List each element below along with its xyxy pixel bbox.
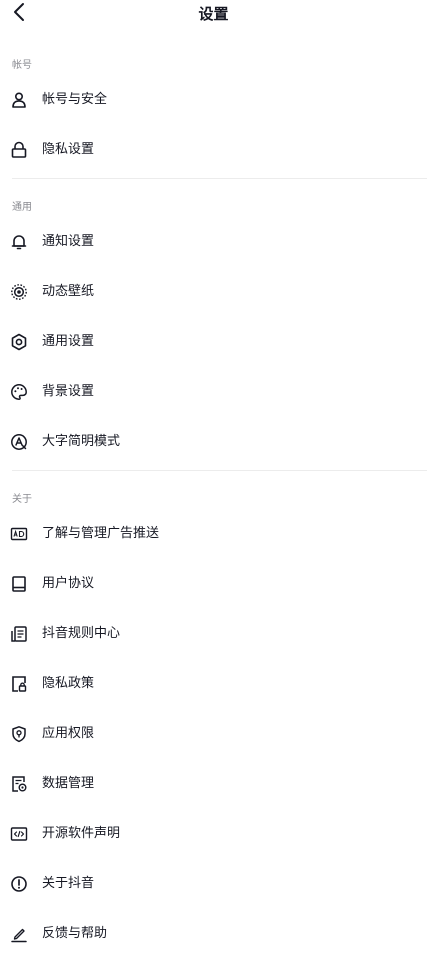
menu-item-dynamic-wallpaper[interactable]: 动态壁纸 [0, 272, 427, 312]
menu-item-label: 通知设置 [42, 234, 95, 249]
privacy-doc-icon [10, 675, 28, 693]
menu-item-label: 用户协议 [42, 576, 95, 591]
menu-item-label: 隐私政策 [42, 676, 95, 691]
menu-item-app-permissions[interactable]: 应用权限 [0, 714, 427, 754]
menu-item-label: 通用设置 [42, 334, 95, 349]
pen-icon [10, 925, 28, 943]
section-divider [12, 178, 427, 179]
menu-item-account-security[interactable]: 帐号与安全 [0, 80, 427, 120]
menu-item-label: 数据管理 [42, 776, 95, 791]
menu-item-label: 动态壁纸 [42, 284, 95, 299]
menu-item-open-source-notice[interactable]: 开源软件声明 [0, 814, 427, 854]
code-icon [10, 825, 28, 843]
menu-item-label: 应用权限 [42, 726, 95, 741]
menu-item-background-settings[interactable]: 背景设置 [0, 372, 427, 412]
top-bar: 设置 [0, 0, 427, 28]
section-label-account: 帐号 [12, 60, 32, 71]
menu-item-large-font-mode[interactable]: 大字简明模式 [0, 422, 427, 462]
wallpaper-icon [10, 283, 28, 301]
menu-item-label: 了解与管理广告推送 [42, 526, 160, 541]
menu-item-label: 开源软件声明 [42, 826, 121, 841]
menu-item-label: 关于抖音 [42, 876, 95, 891]
page-title: 设置 [198, 5, 229, 23]
user-icon [10, 91, 28, 109]
menu-item-general-settings[interactable]: 通用设置 [0, 322, 427, 362]
menu-item-privacy-policy[interactable]: 隐私政策 [0, 664, 427, 704]
menu-item-label: 抖音规则中心 [42, 626, 121, 641]
menu-item-user-agreement[interactable]: 用户协议 [0, 564, 427, 604]
shield-icon [10, 725, 28, 743]
data-icon [10, 775, 28, 793]
menu-item-label: 帐号与安全 [42, 92, 108, 107]
menu-item-label: 背景设置 [42, 384, 95, 399]
menu-item-label: 反馈与帮助 [42, 926, 108, 941]
lock-icon [10, 141, 28, 159]
section-label-general: 通用 [12, 202, 32, 213]
large-font-icon [10, 433, 28, 451]
info-icon [10, 875, 28, 893]
gear-icon [10, 333, 28, 351]
menu-item-feedback-help[interactable]: 反馈与帮助 [0, 914, 427, 954]
menu-item-ad-management[interactable]: 了解与管理广告推送 [0, 514, 427, 554]
rules-icon [10, 625, 28, 643]
ad-icon [10, 525, 28, 543]
menu-item-privacy-settings[interactable]: 隐私设置 [0, 130, 427, 170]
bell-icon [10, 233, 28, 251]
menu-item-notification-settings[interactable]: 通知设置 [0, 222, 427, 262]
menu-item-rules-center[interactable]: 抖音规则中心 [0, 614, 427, 654]
menu-item-label: 隐私设置 [42, 142, 95, 157]
menu-item-data-management[interactable]: 数据管理 [0, 764, 427, 804]
menu-item-label: 大字简明模式 [42, 434, 121, 449]
section-label-about: 关于 [12, 494, 32, 505]
palette-icon [10, 383, 28, 401]
section-divider [12, 470, 427, 471]
menu-item-about-douyin[interactable]: 关于抖音 [0, 864, 427, 904]
book-icon [10, 575, 28, 593]
